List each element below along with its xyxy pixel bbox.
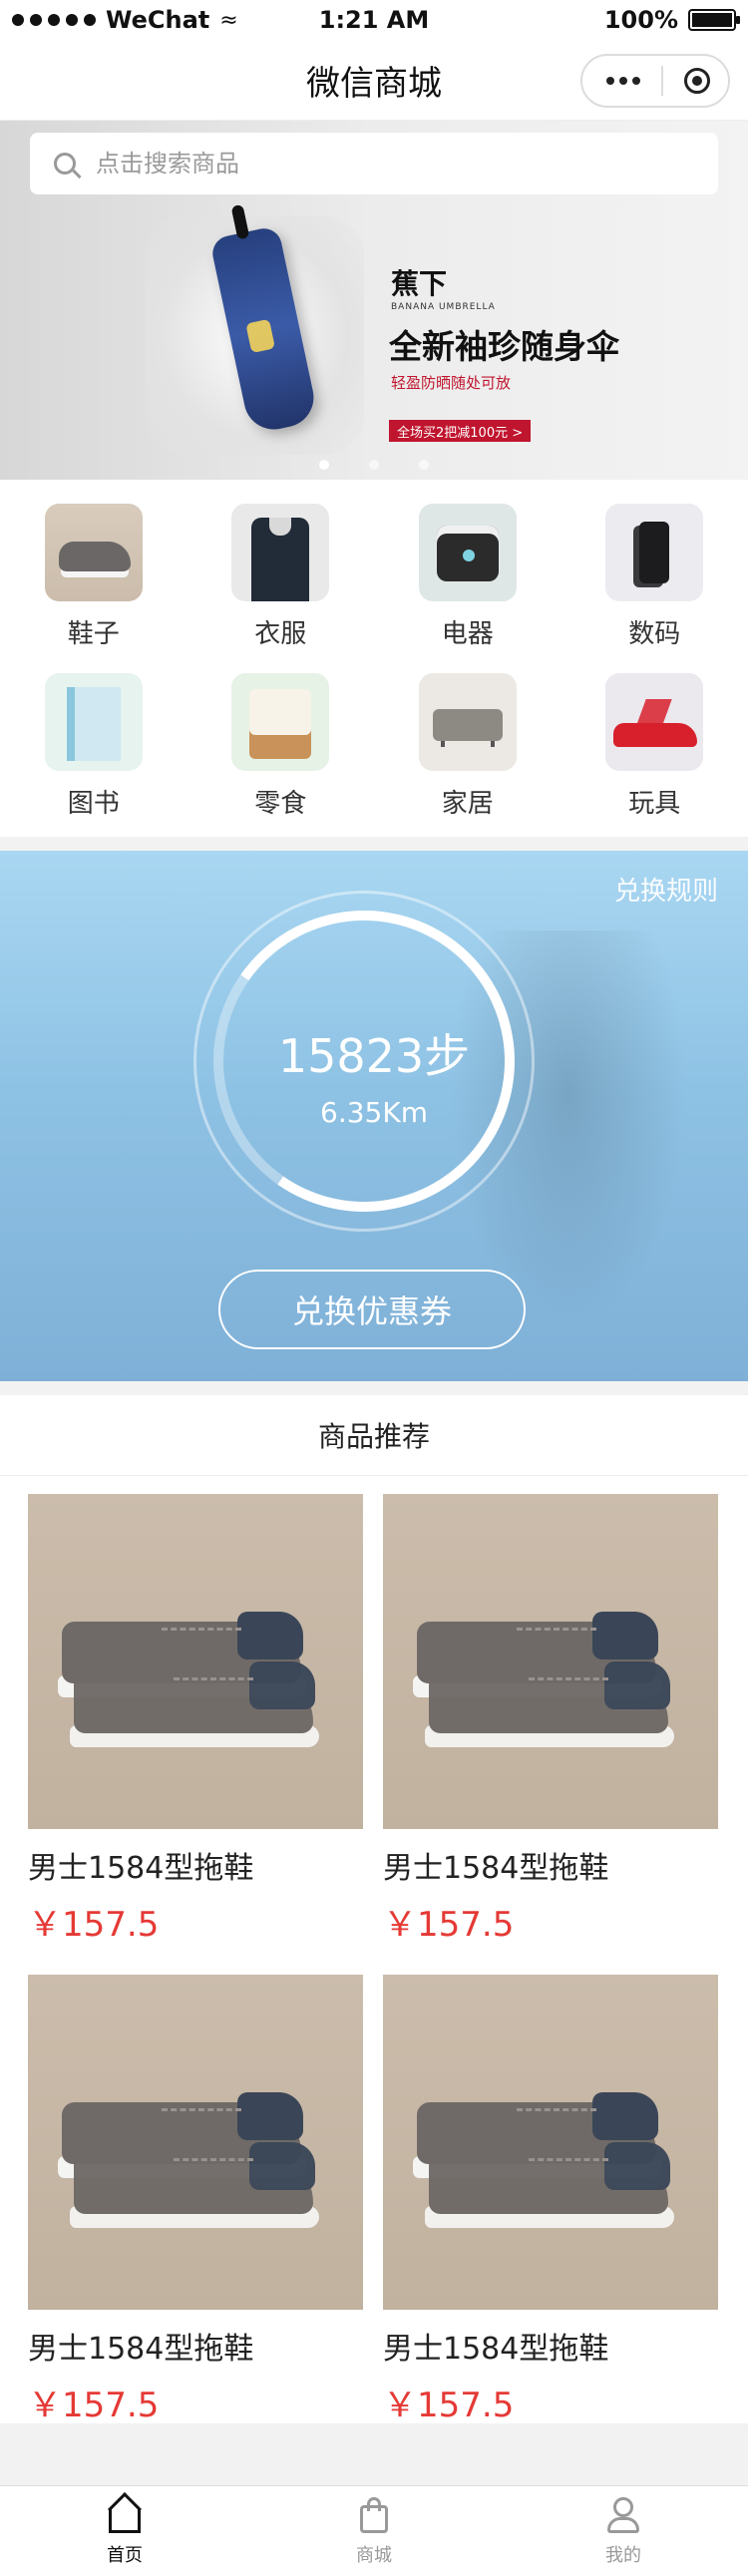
category-home[interactable]: 家居 bbox=[374, 673, 561, 843]
shoe-image bbox=[419, 1644, 688, 1753]
tab-label: 首页 bbox=[107, 2545, 143, 2566]
product-image bbox=[383, 1494, 718, 1829]
tab-mine[interactable]: 我的 bbox=[499, 2486, 748, 2576]
carousel-dot[interactable] bbox=[369, 460, 379, 470]
capsule-divider bbox=[661, 66, 663, 96]
exchange-coupon-button[interactable]: 兑换优惠券 bbox=[218, 1270, 526, 1349]
search-bar[interactable] bbox=[30, 133, 718, 194]
category-books[interactable]: 图书 bbox=[0, 673, 187, 843]
carousel-dot[interactable] bbox=[419, 460, 429, 470]
wifi-icon: ≈ bbox=[219, 7, 238, 33]
shoe-icon bbox=[44, 504, 143, 601]
product-image bbox=[28, 1975, 363, 2310]
close-program-icon[interactable] bbox=[684, 68, 710, 94]
banner-subtitle: 轻盈防晒随处可放 bbox=[391, 374, 512, 392]
status-right: 100% bbox=[603, 0, 740, 40]
product-card[interactable]: 男士1584型拖鞋 ￥157.5 bbox=[383, 1975, 718, 2455]
product-price: ￥157.5 bbox=[383, 1905, 515, 1945]
category-grid: 鞋子 衣服 电器 数码 图书 零食 家居 玩具 bbox=[0, 480, 748, 837]
step-distance: 6.35Km bbox=[320, 1096, 428, 1129]
book-icon bbox=[44, 673, 143, 771]
product-name: 男士1584型拖鞋 bbox=[28, 1851, 254, 1886]
category-clothes[interactable]: 衣服 bbox=[187, 504, 375, 673]
home-icon bbox=[105, 2495, 145, 2535]
category-label: 家居 bbox=[441, 789, 494, 819]
category-shoes[interactable]: 鞋子 bbox=[0, 504, 187, 673]
product-image bbox=[383, 1975, 718, 2310]
banner-brand-en: BANANA UMBRELLA bbox=[391, 302, 496, 312]
banner-promo-tag[interactable]: 全场买2把减100元 > bbox=[389, 420, 532, 442]
sofa-icon bbox=[418, 673, 517, 771]
status-bar: WeChat ≈ 1:21 AM 100% bbox=[0, 0, 748, 40]
tab-shop[interactable]: 商城 bbox=[249, 2486, 499, 2576]
category-digital[interactable]: 数码 bbox=[561, 504, 748, 673]
toy-car-icon bbox=[605, 673, 704, 771]
recommend-title: 商品推荐 bbox=[0, 1395, 748, 1476]
product-price: ￥157.5 bbox=[383, 2386, 515, 2425]
more-icon[interactable] bbox=[606, 77, 640, 85]
page-title: 微信商城 bbox=[306, 63, 442, 104]
tab-home[interactable]: 首页 bbox=[0, 2486, 249, 2576]
battery-icon bbox=[688, 9, 740, 31]
category-label: 衣服 bbox=[254, 619, 307, 649]
category-toys[interactable]: 玩具 bbox=[561, 673, 748, 843]
category-label: 数码 bbox=[628, 619, 681, 649]
carrier-label: WeChat bbox=[106, 6, 210, 34]
signal-icon bbox=[12, 14, 96, 26]
carousel-dot[interactable] bbox=[319, 460, 329, 470]
appliance-icon bbox=[418, 504, 517, 601]
product-grid: 男士1584型拖鞋 ￥157.5 男士1584型拖鞋 ￥157.5 男士1584… bbox=[0, 1476, 748, 2425]
shoe-image bbox=[64, 1644, 333, 1753]
banner-brand: 蕉下 bbox=[391, 267, 448, 300]
product-name: 男士1584型拖鞋 bbox=[28, 2332, 254, 2367]
snack-icon bbox=[231, 673, 330, 771]
product-name: 男士1584型拖鞋 bbox=[383, 1851, 609, 1886]
category-label: 零食 bbox=[254, 789, 307, 819]
category-appliances[interactable]: 电器 bbox=[374, 504, 561, 673]
shopping-bag-icon bbox=[354, 2495, 394, 2535]
shoe-image bbox=[419, 2124, 688, 2234]
product-card[interactable]: 男士1584型拖鞋 ￥157.5 bbox=[28, 1975, 363, 2455]
page: WeChat ≈ 1:21 AM 100% 微信商城 蕉下 BANANA UMB… bbox=[0, 0, 748, 2576]
product-card[interactable]: 男士1584型拖鞋 ￥157.5 bbox=[28, 1494, 363, 1975]
status-left: WeChat ≈ bbox=[12, 6, 238, 34]
category-label: 图书 bbox=[67, 789, 120, 819]
category-label: 玩具 bbox=[628, 789, 681, 819]
category-snacks[interactable]: 零食 bbox=[187, 673, 375, 843]
carousel-dots bbox=[0, 460, 748, 470]
search-icon bbox=[54, 153, 76, 175]
step-count: 15823步 bbox=[277, 1029, 471, 1083]
battery-label: 100% bbox=[603, 6, 678, 34]
tab-label: 商城 bbox=[356, 2545, 392, 2566]
banner-carousel[interactable]: 蕉下 BANANA UMBRELLA 全新袖珍随身伞 轻盈防晒随处可放 全场买2… bbox=[0, 121, 748, 480]
mini-program-capsule bbox=[580, 54, 730, 108]
nav-bar: 微信商城 bbox=[0, 40, 748, 121]
user-icon bbox=[603, 2495, 643, 2535]
search-input[interactable] bbox=[94, 149, 718, 179]
category-label: 电器 bbox=[441, 619, 494, 649]
banner-title: 全新袖珍随身伞 bbox=[389, 327, 619, 366]
status-time: 1:21 AM bbox=[318, 6, 430, 34]
tab-label: 我的 bbox=[605, 2545, 641, 2566]
product-image bbox=[28, 1494, 363, 1829]
product-name: 男士1584型拖鞋 bbox=[383, 2332, 609, 2367]
product-price: ￥157.5 bbox=[28, 2386, 160, 2425]
product-card[interactable]: 男士1584型拖鞋 ￥157.5 bbox=[383, 1494, 718, 1975]
step-exchange-panel: 兑换规则 15823步 6.35Km 兑换优惠券 bbox=[0, 851, 748, 1381]
clothes-icon bbox=[231, 504, 330, 601]
phone-icon bbox=[605, 504, 704, 601]
exchange-rules-link[interactable]: 兑换规则 bbox=[614, 871, 718, 908]
product-price: ￥157.5 bbox=[28, 1905, 160, 1945]
category-label: 鞋子 bbox=[67, 619, 120, 649]
tab-bar: 首页 商城 我的 bbox=[0, 2485, 748, 2576]
shoe-image bbox=[64, 2124, 333, 2234]
